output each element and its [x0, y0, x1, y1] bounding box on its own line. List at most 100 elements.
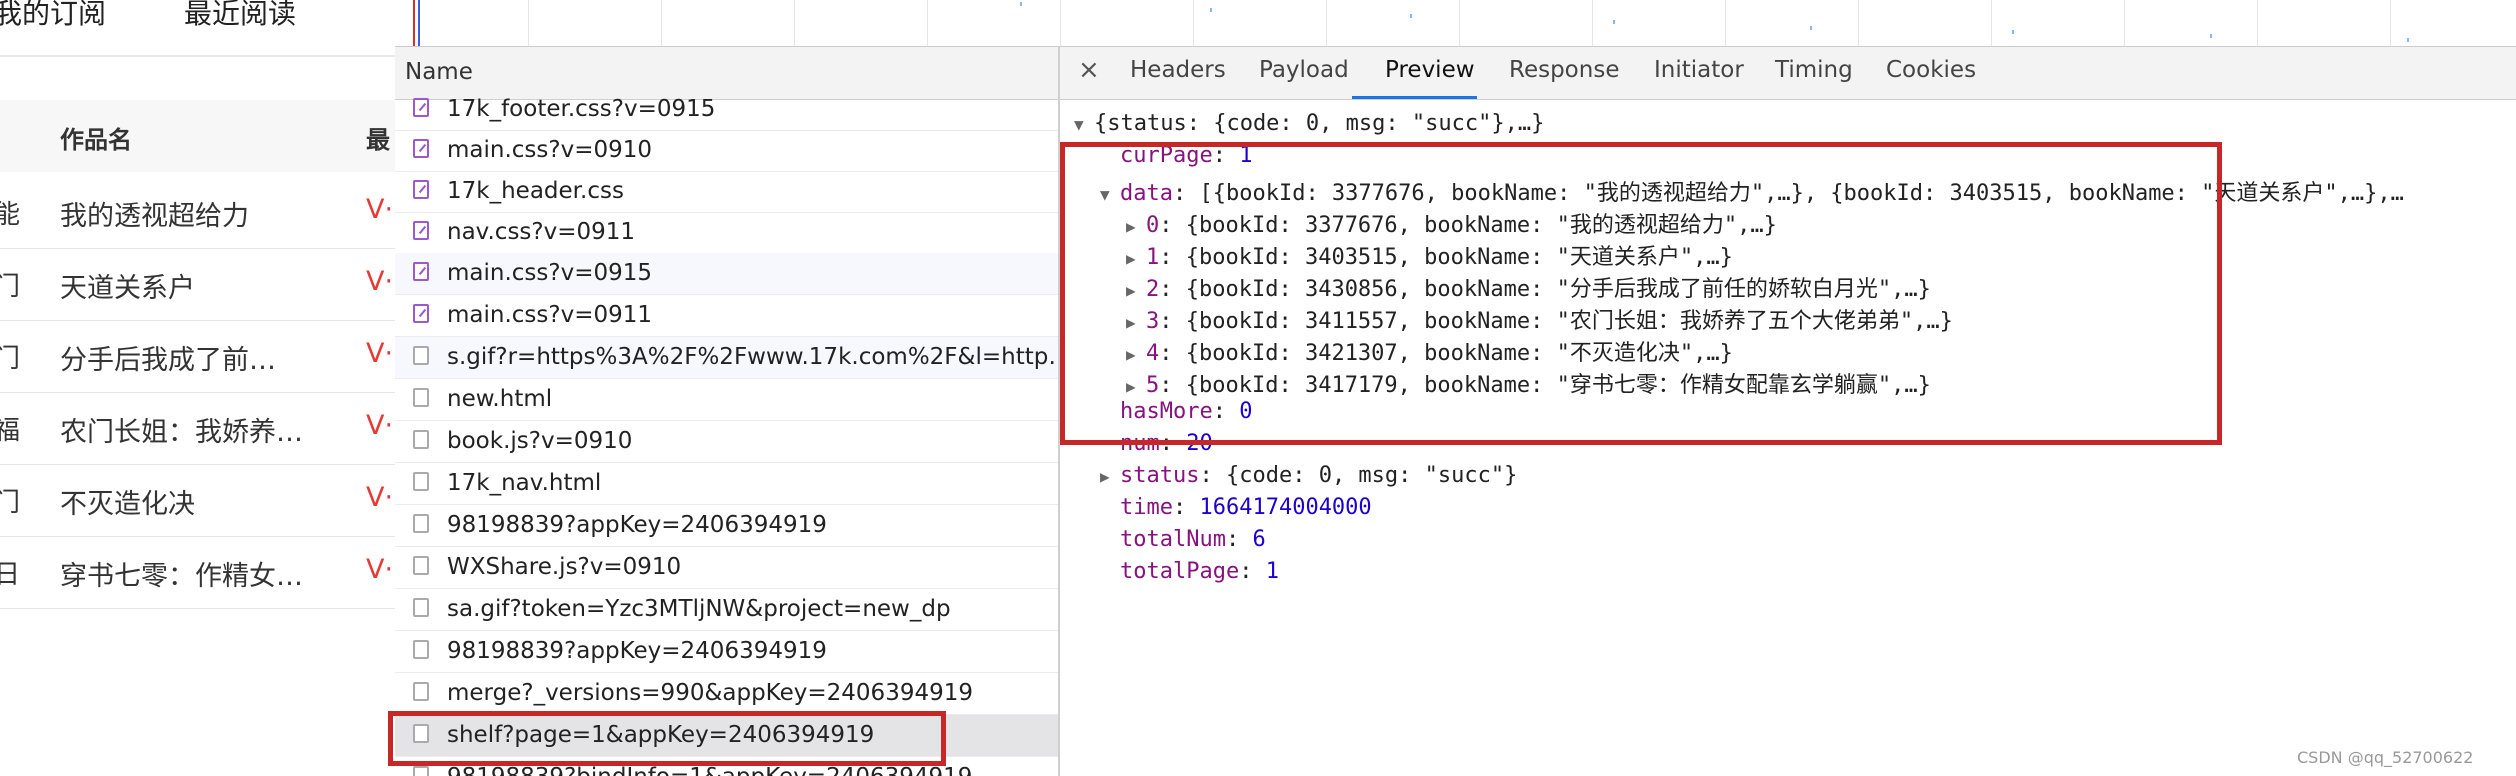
- book-row[interactable]: 福 农门长姐：我娇养… V·: [0, 392, 395, 465]
- book-category: 能: [0, 200, 21, 230]
- document-icon: [413, 346, 429, 365]
- book-category: 福: [0, 416, 21, 446]
- timeline-gridline: [1725, 0, 1726, 46]
- request-row[interactable]: WXShare.js?v=0910: [395, 547, 1058, 589]
- json-key: totalPage: [1120, 559, 1240, 584]
- request-row[interactable]: main.css?v=0910: [395, 130, 1058, 172]
- book-title[interactable]: 穿书七零：作精女…: [60, 554, 303, 593]
- document-icon: [413, 388, 429, 407]
- json-prop-status[interactable]: ▶ status: {code: 0, msg: "succ"}: [1100, 463, 1517, 488]
- book-category: 日: [0, 560, 21, 590]
- book-title[interactable]: 分手后我成了前…: [60, 338, 276, 377]
- request-name: WXShare.js?v=0910: [447, 554, 682, 580]
- book-row[interactable]: 日 穿书七零：作精女… V·: [0, 536, 395, 609]
- tab-cookies[interactable]: Cookies: [1886, 57, 1976, 83]
- request-row[interactable]: sa.gif?token=Yzc3MTljNW&project=new_dp: [395, 589, 1058, 631]
- col-latest-header: 最: [366, 126, 390, 154]
- request-name: main.css?v=0911: [447, 302, 653, 328]
- stylesheet-icon: [413, 98, 429, 117]
- timeline-gridline: [2390, 0, 2391, 46]
- request-name: main.css?v=0910: [447, 137, 653, 163]
- latest-chapter-link[interactable]: V·: [366, 194, 393, 225]
- document-icon: [413, 556, 429, 575]
- book-row[interactable]: 能 我的透视超给力 V·: [0, 176, 395, 249]
- document-icon: [413, 640, 429, 659]
- book-category: 门: [0, 488, 21, 518]
- request-name: 17k_nav.html: [447, 470, 602, 496]
- json-object-summary: {code: 0, msg: "succ"}: [1225, 463, 1518, 488]
- request-list[interactable]: Name 17k_footer.css?v=0915 main.css?v=09…: [395, 47, 1060, 776]
- document-icon: [413, 766, 429, 776]
- request-row[interactable]: 17k_footer.css?v=0915: [395, 89, 1058, 131]
- request-row[interactable]: 98198839?appKey=2406394919: [395, 631, 1058, 673]
- tab-headers[interactable]: Headers: [1130, 57, 1226, 83]
- json-root[interactable]: ▼ {status: {code: 0, msg: "succ"},…}: [1074, 111, 1544, 136]
- request-row[interactable]: main.css?v=0915: [395, 253, 1058, 295]
- stylesheet-icon: [413, 139, 429, 158]
- latest-chapter-link[interactable]: V·: [366, 410, 393, 441]
- request-name: new.html: [447, 386, 553, 412]
- request-row[interactable]: 98198839?appKey=2406394919: [395, 505, 1058, 547]
- document-icon: [413, 514, 429, 533]
- col-title-header: 作品名: [60, 126, 132, 154]
- timeline-request-bar: [2407, 38, 2409, 42]
- document-icon: [413, 472, 429, 491]
- stylesheet-icon: [413, 180, 429, 199]
- book-title[interactable]: 农门长姐：我娇养…: [60, 410, 303, 449]
- tab-preview[interactable]: Preview: [1385, 57, 1475, 83]
- request-row[interactable]: merge?_versions=990&appKey=2406394919: [395, 673, 1058, 715]
- tab-my-subscriptions[interactable]: 我的订阅: [0, 0, 106, 32]
- book-title[interactable]: 我的透视超给力: [60, 194, 249, 233]
- timeline-marker: [418, 0, 420, 46]
- timeline-request-bar: [1020, 2, 1022, 6]
- request-row[interactable]: book.js?v=0910: [395, 421, 1058, 463]
- book-row[interactable]: 门 天道关系户 V·: [0, 248, 395, 321]
- latest-chapter-link[interactable]: V·: [366, 554, 393, 585]
- book-title[interactable]: 不灭造化决: [60, 482, 195, 521]
- expanded-triangle-icon[interactable]: ▼: [1074, 115, 1094, 134]
- collapsed-triangle-icon[interactable]: ▶: [1100, 467, 1120, 486]
- timeline-request-bar: [2012, 30, 2014, 34]
- tab-timing[interactable]: Timing: [1775, 57, 1853, 83]
- json-key: time: [1120, 495, 1173, 520]
- request-name: sa.gif?token=Yzc3MTljNW&project=new_dp: [447, 596, 951, 622]
- book-row[interactable]: 门 分手后我成了前… V·: [0, 320, 395, 393]
- request-row[interactable]: 17k_nav.html: [395, 463, 1058, 505]
- json-prop-totalpage: totalPage: 1: [1120, 559, 1279, 584]
- stylesheet-icon: [413, 221, 429, 240]
- tab-response[interactable]: Response: [1509, 57, 1619, 83]
- network-overview-timeline[interactable]: [395, 0, 2516, 47]
- request-name: book.js?v=0910: [447, 428, 633, 454]
- close-icon[interactable]: ×: [1078, 55, 1100, 85]
- tab-payload[interactable]: Payload: [1259, 57, 1349, 83]
- latest-chapter-link[interactable]: V·: [366, 482, 393, 513]
- request-row[interactable]: main.css?v=0911: [395, 295, 1058, 337]
- request-row[interactable]: s.gif?r=https%3A%2F%2Fwww.17k.com%2F&l=h…: [395, 337, 1058, 379]
- request-row[interactable]: 17k_header.css: [395, 171, 1058, 213]
- request-name: s.gif?r=https%3A%2F%2Fwww.17k.com%2F&l=h…: [447, 344, 1058, 370]
- latest-chapter-link[interactable]: V·: [366, 266, 393, 297]
- request-name: main.css?v=0915: [447, 260, 653, 286]
- timeline-request-bar: [1410, 14, 1412, 18]
- timeline-gridline: [1858, 0, 1859, 46]
- timeline-gridline: [1991, 0, 1992, 46]
- timeline-request-bar: [1210, 8, 1212, 12]
- timeline-request-bar: [1613, 20, 1615, 24]
- timeline-gridline: [1060, 0, 1061, 46]
- stylesheet-icon: [413, 262, 429, 281]
- document-icon: [413, 682, 429, 701]
- json-root-summary: {status: {code: 0, msg: "succ"},…}: [1094, 111, 1545, 136]
- tab-initiator[interactable]: Initiator: [1654, 57, 1744, 83]
- request-name: 98198839?appKey=2406394919: [447, 512, 827, 538]
- json-number: 6: [1252, 527, 1266, 552]
- request-name: nav.css?v=0911: [447, 219, 636, 245]
- book-row[interactable]: 门 不灭造化决 V·: [0, 464, 395, 537]
- latest-chapter-link[interactable]: V·: [366, 338, 393, 369]
- timeline-request-bar: [1810, 26, 1812, 30]
- tab-recent-reading[interactable]: 最近阅读: [184, 0, 296, 32]
- active-tab-indicator: [1352, 96, 1477, 99]
- request-row[interactable]: nav.css?v=0911: [395, 212, 1058, 254]
- book-title[interactable]: 天道关系户: [60, 266, 195, 305]
- request-row[interactable]: new.html: [395, 379, 1058, 421]
- name-header-label: Name: [405, 59, 473, 85]
